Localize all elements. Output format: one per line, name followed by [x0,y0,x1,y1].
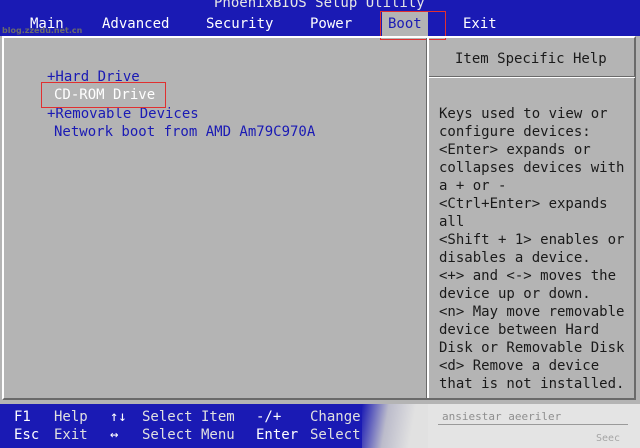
key-left-right-desc: Select Menu [142,427,235,443]
help-line: device between Hard [439,322,600,338]
help-line: collapses devices with [439,160,625,176]
help-text: Keys used to view or configure devices: … [439,105,629,393]
help-line: <Enter> expands or [439,142,591,158]
help-line: disables a device. [439,250,591,266]
key-up-down-arrows: ↑↓ [110,409,127,425]
help-line: <n> May move removable [439,304,625,320]
title-bar: PhoenixBIOS Setup Utility [0,0,640,12]
image-smudge [362,404,432,448]
watermark: blog.zzedu.net.cn [2,26,83,35]
help-line: <+> and <-> moves the [439,268,617,284]
right-status-text-2: Seec [596,433,621,444]
key-f1-desc: Help [54,409,88,425]
key-minus-plus-desc: Change [310,409,361,425]
right-status-panel: ansiestar aeeriler Seec [428,404,640,448]
menu-advanced[interactable]: Advanced [102,15,169,33]
key-left-right-arrows: ↔ [110,427,119,443]
help-title-separator [429,76,635,78]
help-line: a + or - [439,178,507,194]
help-line: <Shift + 1> enables or [439,232,625,248]
menu-exit[interactable]: Exit [463,15,497,33]
key-up-down-desc: Select Item [142,409,235,425]
menu-security[interactable]: Security [206,15,273,33]
key-esc: Esc [14,427,40,443]
key-minus-plus: -/+ [256,409,282,425]
help-title: Item Specific Help [455,51,607,67]
key-f1: F1 [14,409,31,425]
help-line: that is not installed. [439,376,625,392]
help-line: configure devices: [439,124,591,140]
help-line: device up or down. [439,286,591,302]
right-status-line [438,424,628,425]
cdrom-annotation-box [41,82,166,108]
panel-divider [426,38,429,398]
help-line: Keys used to view or [439,106,608,122]
key-enter-desc: Select [310,427,361,443]
help-line: <d> Remove a device [439,358,600,374]
boot-item-network-boot[interactable]: Network boot from AMD Am79C970A [54,123,315,141]
key-esc-desc: Exit [54,427,88,443]
help-line: Disk or Removable Disk [439,340,625,356]
help-line: all [439,214,465,230]
key-enter: Enter [256,427,299,443]
help-line: <Ctrl+Enter> expands [439,196,608,212]
menu-bar: Main Advanced Security Power Boot Exit [0,12,640,36]
menu-power[interactable]: Power [310,15,352,33]
